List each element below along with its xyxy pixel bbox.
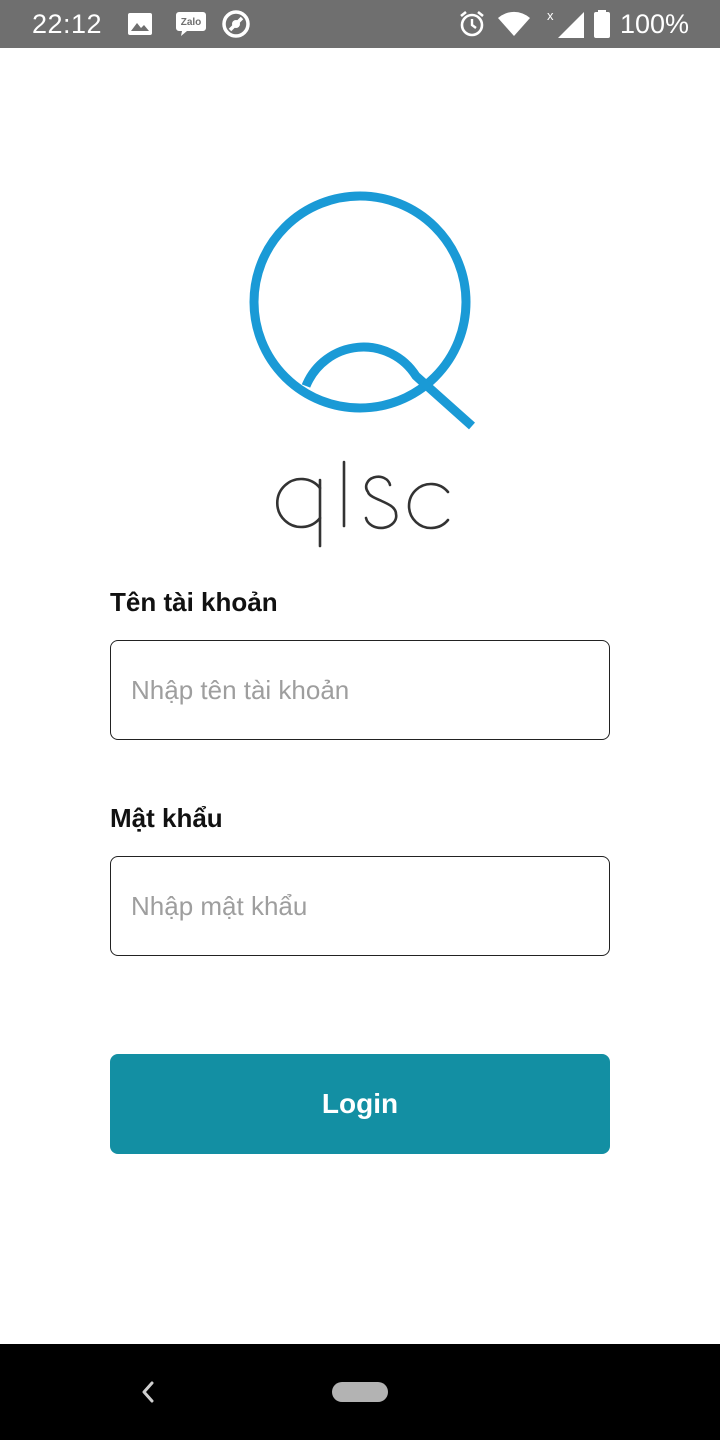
home-pill-icon[interactable] — [332, 1382, 388, 1402]
signal-icon: x — [546, 8, 586, 40]
password-label: Mật khẩu — [110, 803, 223, 833]
status-time: 22:12 — [32, 9, 103, 39]
username-label: Tên tài khoản — [110, 587, 278, 617]
battery-percent: 100% — [620, 9, 690, 39]
password-field[interactable] — [110, 856, 610, 956]
login-button[interactable]: Login — [110, 1054, 610, 1154]
wifi-icon — [496, 8, 532, 40]
nav-bar — [0, 1344, 720, 1440]
back-icon[interactable] — [132, 1374, 164, 1410]
image-icon — [124, 8, 156, 40]
app-logo — [240, 180, 480, 560]
username-field[interactable] — [110, 640, 610, 740]
alarm-icon — [456, 8, 488, 40]
zalo-icon: Zalo — [174, 8, 208, 40]
circle-app-icon — [220, 8, 252, 40]
status-bar: 22:12 Zalo x 100% — [0, 0, 720, 48]
battery-icon — [590, 8, 614, 40]
svg-text:x: x — [547, 8, 554, 23]
svg-text:Zalo: Zalo — [181, 17, 202, 28]
